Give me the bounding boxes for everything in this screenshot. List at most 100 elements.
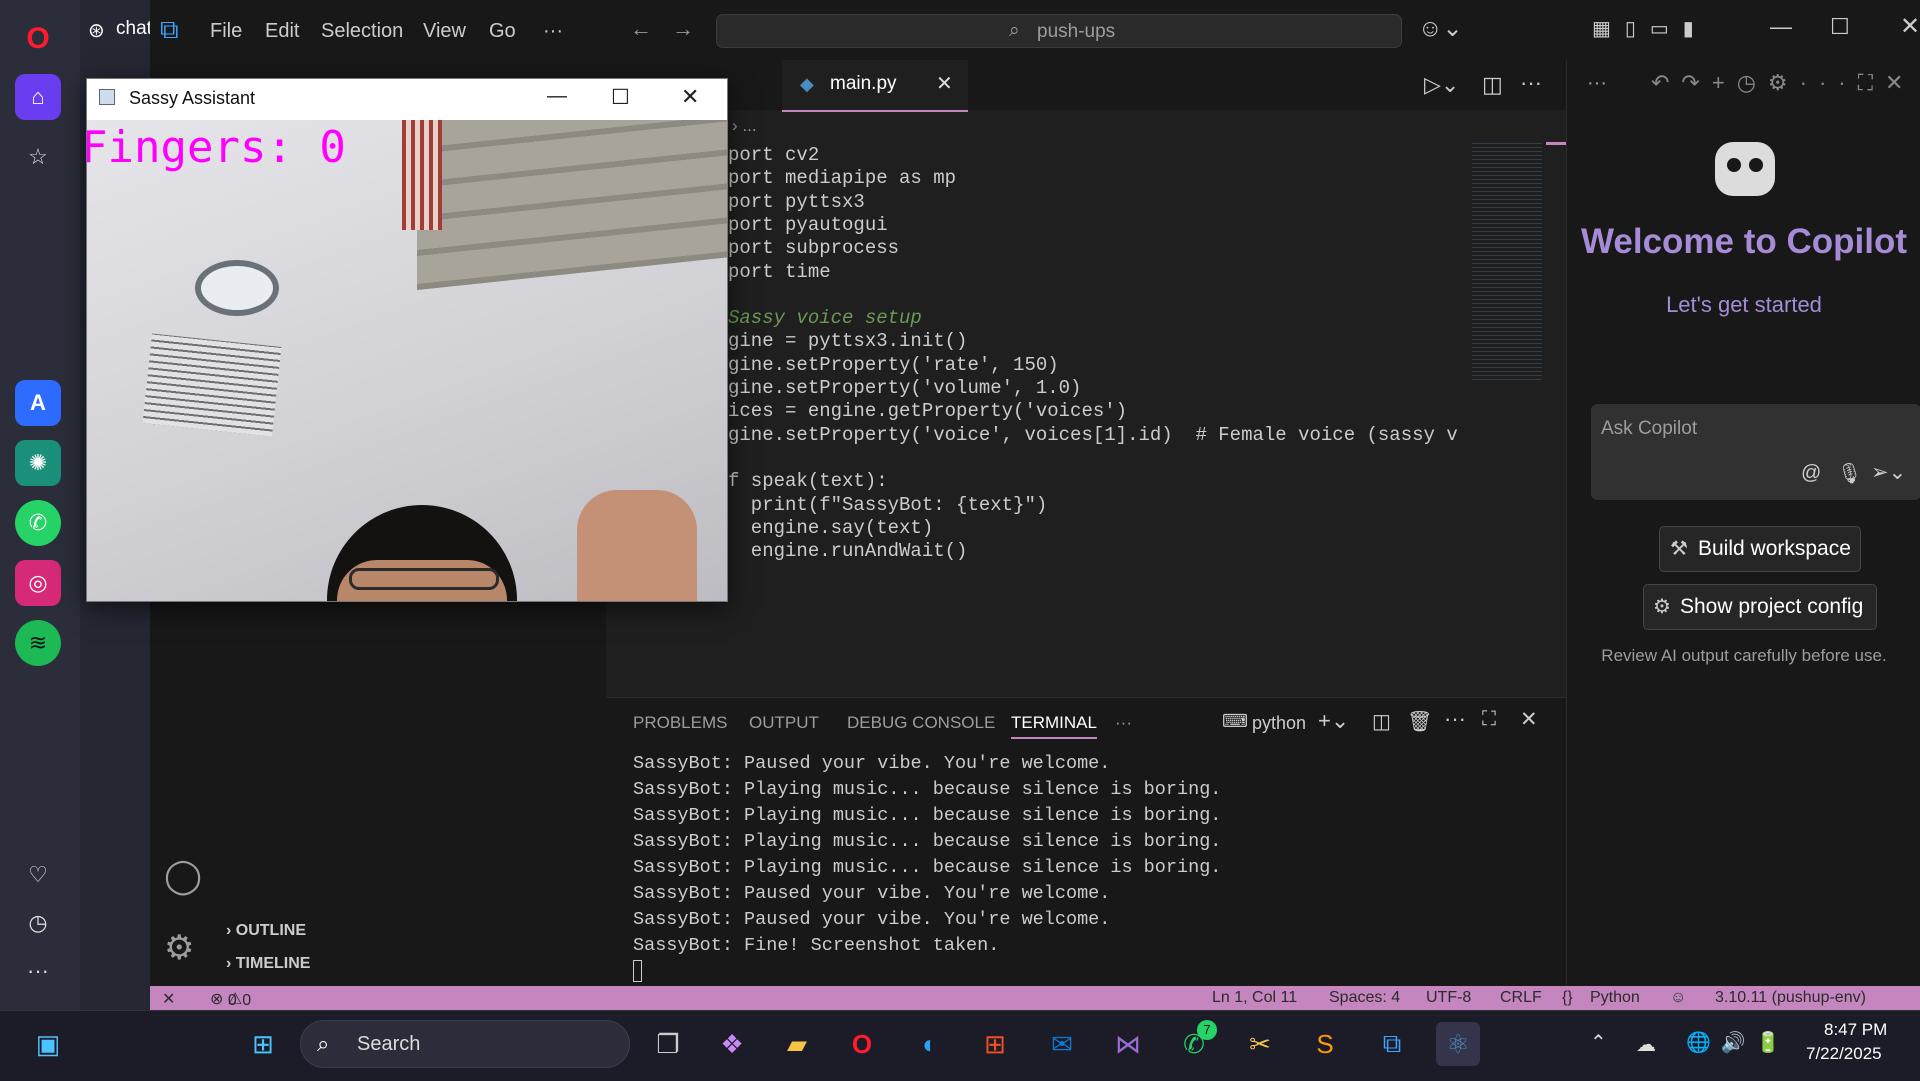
menu-view[interactable]: View — [423, 20, 466, 43]
indentation[interactable]: Spaces: 4 — [1329, 989, 1400, 1007]
panel-more-icon[interactable]: ··· — [1444, 706, 1466, 732]
split-editor-icon[interactable]: ◫ — [1482, 72, 1503, 98]
forward-icon[interactable]: → — [672, 16, 694, 42]
cursor-position[interactable]: Ln 1, Col 11 — [1212, 989, 1297, 1007]
menu-edit[interactable]: Edit — [265, 20, 299, 43]
python-taskbar-icon[interactable]: ⚛ — [1436, 1022, 1480, 1066]
problems-status[interactable]: ⊗ 0 ⚠ 0 — [210, 989, 251, 1009]
code-line: engine.say(text) — [728, 516, 934, 539]
encoding[interactable]: UTF-8 — [1426, 989, 1471, 1007]
editor-more-icon[interactable]: ··· — [1520, 70, 1542, 96]
timeline-section[interactable]: › TIMELINE — [226, 955, 310, 973]
minimize-icon[interactable]: — — [1770, 14, 1792, 40]
menu-go[interactable]: Go — [489, 20, 516, 43]
mic-icon[interactable]: 🎙 — [1837, 461, 1862, 486]
show-project-config-button[interactable]: ⚙ Show project config — [1643, 584, 1877, 630]
new-terminal-icon[interactable]: +⌄ — [1318, 708, 1349, 734]
chatgpt-icon[interactable]: ✺ — [15, 440, 61, 486]
clock-time[interactable]: 8:47 PM — [1824, 1020, 1887, 1040]
copilot-more-icon[interactable]: ··· — [1587, 72, 1607, 95]
visual-studio-icon[interactable]: ⋈ — [1106, 1022, 1150, 1066]
opera-logo-icon[interactable]: O — [15, 16, 61, 62]
editor-area[interactable]: port cv2 port mediapipe as mp port pyttsx3… — [606, 60, 1566, 697]
gear-icon[interactable]: ⚙ — [164, 928, 194, 968]
home-icon[interactable]: ⌂ — [15, 74, 61, 120]
spotify-icon[interactable]: ≋ — [15, 620, 61, 666]
tab-more[interactable]: ··· — [1115, 713, 1132, 733]
breadcrumb[interactable]: › ... — [732, 116, 757, 136]
menu-selection[interactable]: Selection — [321, 20, 403, 43]
sublime-icon[interactable]: S — [1303, 1022, 1347, 1066]
terminal-line: SassyBot: Playing music... because silen… — [633, 857, 1222, 878]
copilot-app-icon[interactable]: ❖ — [710, 1022, 754, 1066]
snipping-tool-icon[interactable]: ✂ — [1238, 1022, 1282, 1066]
camera-feed: Fingers: 0 — [87, 120, 727, 601]
copilot-status-icon[interactable]: ☺ — [1670, 989, 1686, 1007]
maximize-icon[interactable]: ☐ — [1830, 14, 1850, 40]
menu-more[interactable]: ··· — [543, 20, 563, 43]
tab-output[interactable]: OUTPUT — [749, 713, 819, 733]
code-line: print(f"SassyBot: {text}") — [728, 493, 1048, 516]
system-tray-icons[interactable]: 🌐🔊🔋 — [1686, 1030, 1791, 1055]
maximize-panel-icon[interactable]: ⛶ — [1482, 708, 1496, 731]
back-icon[interactable]: ← — [630, 16, 652, 42]
python-interpreter[interactable]: 3.10.11 (pushup-env) — [1715, 989, 1866, 1007]
trash-icon[interactable]: 🗑 — [1407, 709, 1432, 734]
command-center[interactable]: ⌕ push-ups — [716, 14, 1402, 48]
chat-tab-icon[interactable]: ⊛ — [88, 18, 105, 43]
edge-icon[interactable]: ◐ — [908, 1022, 952, 1066]
clock-date[interactable]: 7/22/2025 — [1806, 1044, 1882, 1064]
layout-icons[interactable]: ▦▯▭▮ — [1592, 16, 1708, 41]
tab-close-icon[interactable]: ✕ — [936, 71, 953, 96]
copilot-input[interactable]: Ask Copilot @ 🎙 ➢⌄ — [1591, 404, 1920, 500]
tab-problems[interactable]: PROBLEMS — [633, 713, 727, 733]
language-mode[interactable]: Python — [1590, 989, 1640, 1007]
close-panel-icon[interactable]: ✕ — [1520, 707, 1538, 732]
copilot-toolbar[interactable]: ↶↷+◷⚙···⛶✕ — [1651, 70, 1915, 96]
whatsapp-icon[interactable]: ✆ — [15, 500, 61, 546]
vscode-taskbar-icon[interactable]: ⧉ — [1370, 1022, 1414, 1066]
outlook-icon[interactable]: ✉ — [1040, 1022, 1084, 1066]
start-icon[interactable]: ⊞ — [241, 1022, 285, 1066]
run-icon[interactable]: ▷⌄ — [1424, 72, 1459, 98]
camera-maximize-icon[interactable]: ☐ — [611, 85, 630, 110]
star-icon[interactable]: ☆ — [15, 134, 61, 180]
widgets-icon[interactable]: ▣ — [26, 1022, 70, 1066]
mention-icon[interactable]: @ — [1801, 462, 1821, 485]
more-icon[interactable]: ··· — [15, 948, 61, 994]
outline-section[interactable]: › OUTLINE — [226, 922, 306, 940]
task-view-icon[interactable]: ❐ — [646, 1022, 690, 1066]
heart-icon[interactable]: ♡ — [15, 852, 61, 898]
tray-chevron-icon[interactable]: ⌃ — [1590, 1030, 1607, 1055]
remote-icon[interactable]: ✕ — [162, 989, 175, 1009]
onedrive-icon[interactable]: ☁ — [1636, 1032, 1656, 1057]
send-icon[interactable]: ➢⌄ — [1871, 460, 1906, 485]
menu-file[interactable]: File — [210, 20, 242, 43]
taskbar-search-label: Search — [357, 1033, 421, 1055]
close-icon[interactable]: ✕ — [1900, 12, 1920, 41]
minimap[interactable] — [1472, 140, 1542, 380]
instagram-icon[interactable]: ◎ — [15, 560, 61, 606]
camera-close-icon[interactable]: ✕ — [681, 84, 699, 110]
tab-main-py[interactable]: ◆ main.py ✕ — [782, 60, 968, 112]
history-icon[interactable]: ◷ — [15, 900, 61, 946]
tab-debug-console[interactable]: DEBUG CONSOLE — [847, 713, 995, 733]
split-terminal-icon[interactable]: ◫ — [1372, 709, 1391, 734]
tab-terminal[interactable]: TERMINAL — [1011, 713, 1097, 739]
terminal-name[interactable]: python — [1252, 713, 1306, 734]
eol[interactable]: CRLF — [1500, 989, 1542, 1007]
code-line: gine = pyttsx3.init() — [728, 330, 968, 353]
aria-icon[interactable]: A — [15, 380, 61, 426]
chevron-right-icon: › — [226, 922, 232, 939]
opera-taskbar-icon[interactable]: O — [840, 1022, 884, 1066]
copilot-menu-icon[interactable]: ☺⌄ — [1418, 14, 1463, 43]
copilot-title: Welcome to Copilot — [1580, 222, 1908, 261]
account-icon[interactable]: ◯ — [164, 856, 202, 896]
browser-tab-title[interactable]: chat — [116, 18, 152, 40]
build-workspace-button[interactable]: ⚒ Build workspace — [1659, 526, 1861, 572]
file-explorer-icon[interactable]: ▰ — [775, 1022, 819, 1066]
store-icon[interactable]: ⊞ — [973, 1022, 1017, 1066]
taskbar-search[interactable]: ⌕ Search — [300, 1020, 630, 1068]
code-line: port mediapipe as mp — [728, 167, 957, 190]
camera-minimize-icon[interactable]: — — [547, 85, 567, 108]
